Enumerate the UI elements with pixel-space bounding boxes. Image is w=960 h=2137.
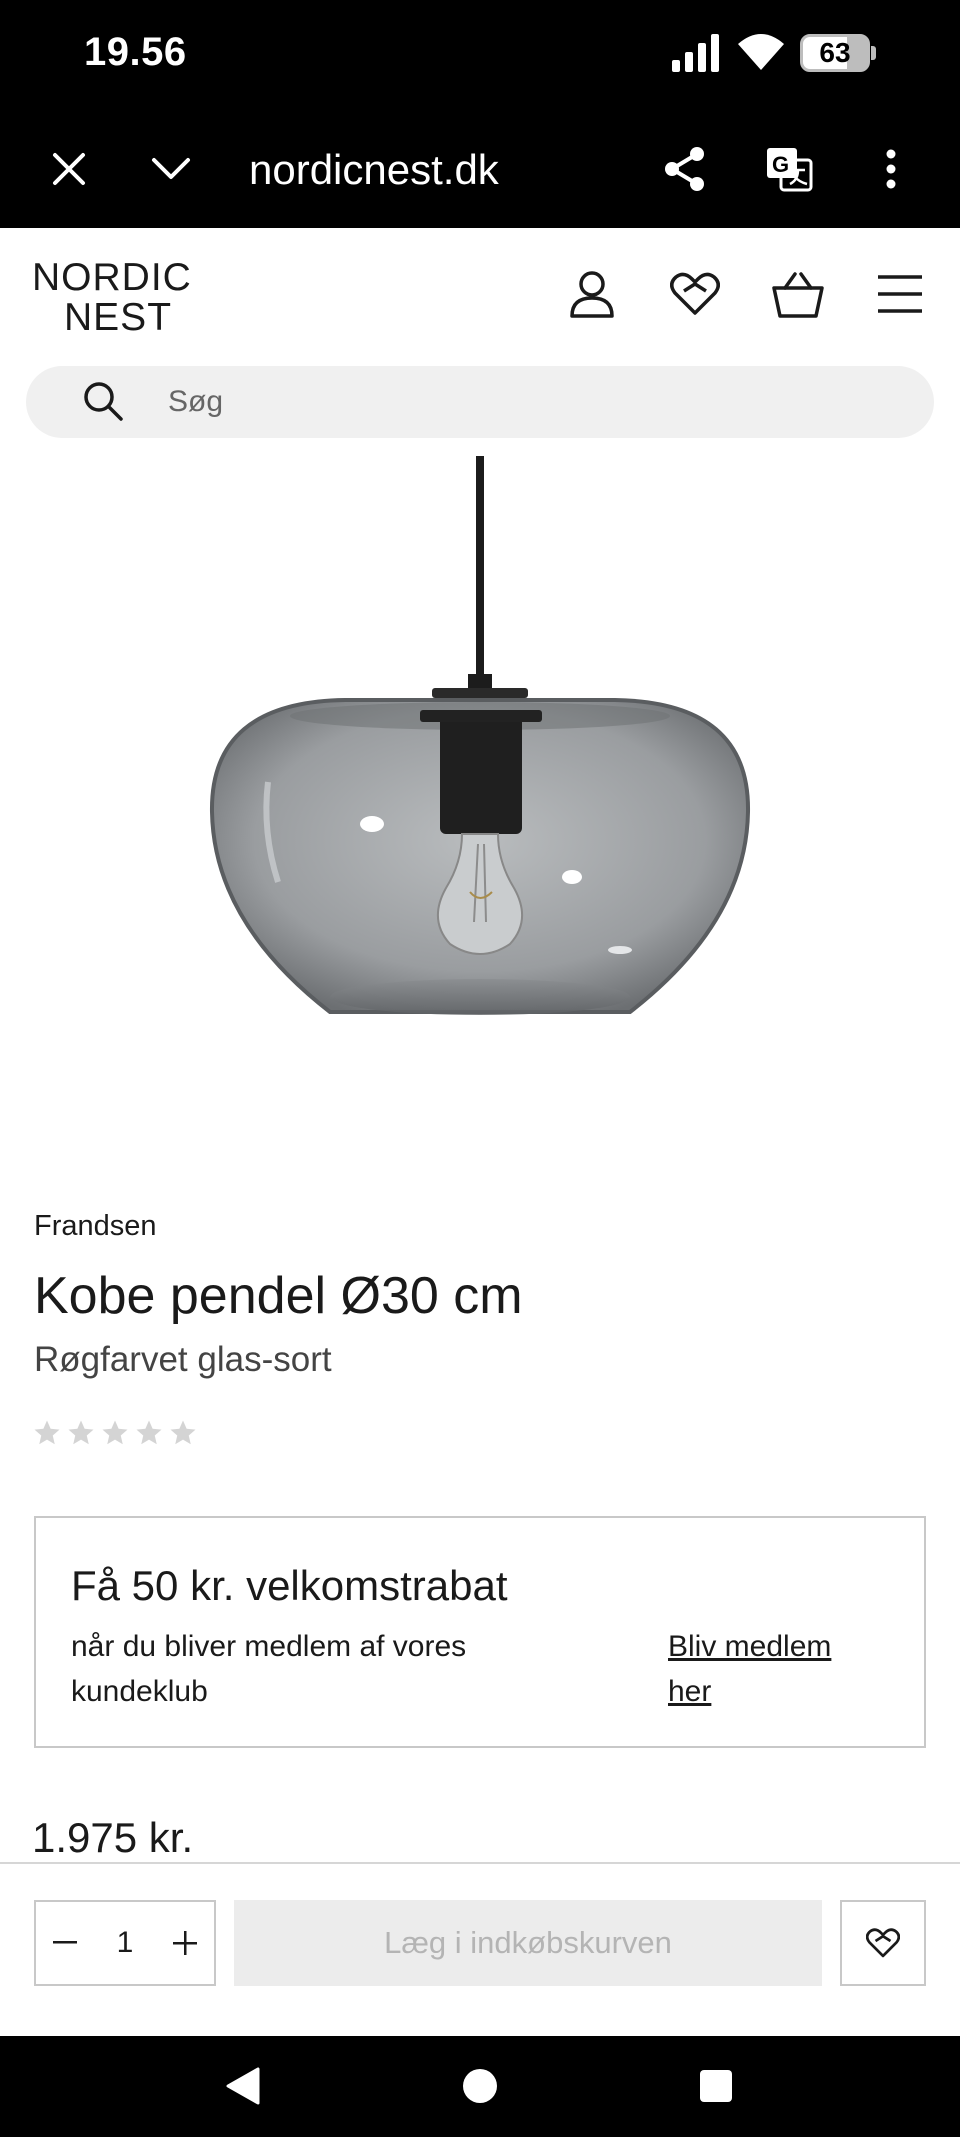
minus-icon — [53, 1941, 77, 1944]
browser-toolbar: nordicnest.dk G — [0, 110, 960, 228]
back-triangle-icon — [226, 2067, 260, 2105]
site-header: NORDIC NEST — [0, 228, 960, 358]
pendant-lamp-image — [209, 456, 751, 1015]
account-button[interactable] — [562, 264, 622, 324]
plus-icon — [173, 1931, 197, 1955]
product-variant: Røgfarvet glas-sort — [34, 1340, 332, 1379]
heart-icon — [670, 272, 720, 315]
recents-button[interactable] — [688, 2058, 744, 2114]
search-icon — [84, 382, 123, 421]
translate-button[interactable]: G — [756, 136, 822, 202]
battery-icon: 63 — [800, 34, 876, 72]
menu-button[interactable] — [870, 264, 930, 324]
close-tab-button[interactable] — [36, 136, 102, 202]
discount-heading: Få 50 kr. velkomstrabat — [71, 1562, 508, 1609]
share-icon — [665, 147, 704, 191]
heart-icon — [866, 1928, 900, 1958]
star-icon — [34, 1420, 60, 1445]
minimize-button[interactable] — [138, 136, 204, 202]
basket-icon — [772, 272, 824, 318]
quantity-value[interactable]: 1 — [117, 1926, 134, 1960]
star-rating[interactable] — [32, 1418, 198, 1448]
more-vert-icon — [886, 149, 896, 189]
battery-level: 63 — [819, 37, 851, 68]
share-button[interactable] — [652, 136, 718, 202]
add-to-cart-button[interactable]: Læg i indkøbskurven — [234, 1900, 822, 1986]
back-button[interactable] — [216, 2058, 272, 2114]
quantity-stepper: 1 — [34, 1900, 216, 1986]
url-text[interactable]: nordicnest.dk — [249, 146, 499, 194]
add-to-wishlist-button[interactable] — [840, 1900, 926, 1986]
star-icon — [102, 1420, 128, 1445]
decrease-quantity-button[interactable] — [36, 1902, 94, 1984]
svg-text:G: G — [772, 152, 789, 177]
status-time: 19.56 — [84, 30, 187, 74]
home-button[interactable] — [452, 2058, 508, 2114]
wifi-icon — [736, 32, 786, 77]
user-icon — [570, 271, 614, 318]
chevron-down-icon — [152, 158, 190, 179]
sticky-buy-bar: 1 Læg i indkøbskurven — [0, 1862, 960, 2036]
star-icon — [136, 1420, 162, 1445]
cell-signal-icon — [672, 34, 724, 77]
logo-line2: NEST — [64, 296, 173, 339]
home-circle-icon — [463, 2069, 497, 2103]
product-image[interactable] — [0, 452, 960, 1162]
cart-button[interactable] — [768, 264, 828, 324]
nordic-nest-logo[interactable]: NORDIC NEST — [32, 258, 202, 338]
product-brand[interactable]: Frandsen — [34, 1210, 157, 1243]
hamburger-menu-icon — [878, 275, 922, 313]
join-club-link[interactable]: Bliv medlem her — [668, 1624, 868, 1714]
increase-quantity-button[interactable] — [156, 1902, 214, 1984]
translate-icon: G — [767, 148, 813, 192]
logo-line1: NORDIC — [32, 256, 192, 299]
system-navigation-bar — [0, 2036, 960, 2137]
wishlist-button[interactable] — [665, 264, 725, 324]
recents-square-icon — [700, 2070, 732, 2102]
more-options-button[interactable] — [858, 136, 924, 202]
status-bar: 19.56 63 — [0, 0, 960, 110]
star-icon — [170, 1420, 196, 1445]
product-price: 1.975 kr. — [32, 1814, 194, 1861]
search-bar[interactable] — [26, 366, 934, 438]
close-icon — [53, 153, 85, 185]
welcome-discount-box: Få 50 kr. velkomstrabat når du bliver me… — [34, 1516, 926, 1748]
search-input[interactable] — [168, 366, 868, 438]
product-title: Kobe pendel Ø30 cm — [34, 1267, 523, 1325]
star-icon — [68, 1420, 94, 1445]
discount-description: når du bliver medlem af vores kundeklub — [71, 1630, 467, 1708]
